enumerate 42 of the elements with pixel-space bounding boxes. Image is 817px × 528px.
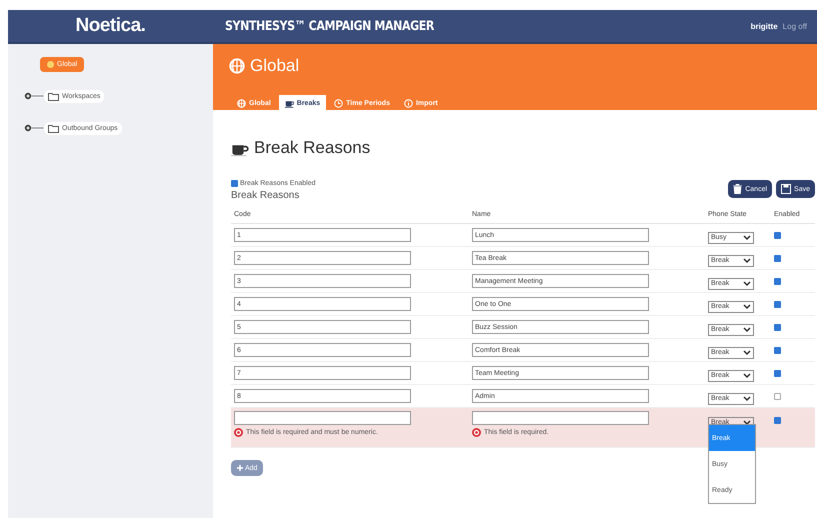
chevron-icon xyxy=(743,396,751,402)
checkbox[interactable] xyxy=(774,301,781,308)
checkbox[interactable] xyxy=(774,255,781,262)
folder-icon xyxy=(48,92,59,100)
checkbox[interactable] xyxy=(774,278,781,285)
app-title: SYNTHESYS™ CAMPAIGN MANAGER xyxy=(225,18,435,34)
expand-icon xyxy=(24,124,44,132)
checkbox[interactable] xyxy=(774,347,781,354)
checkbox[interactable] xyxy=(774,417,781,424)
code-field[interactable] xyxy=(234,411,411,425)
checkbox[interactable] xyxy=(231,180,238,187)
globe-icon xyxy=(229,58,245,74)
expand-icon xyxy=(24,92,44,100)
user-name: brigitte xyxy=(750,22,778,30)
plus-icon xyxy=(237,465,243,471)
checkbox[interactable] xyxy=(774,232,781,239)
subheading: Break Reasons xyxy=(231,190,300,201)
checkbox[interactable] xyxy=(774,370,781,377)
chevron-icon xyxy=(743,326,751,332)
logoff-link[interactable]: Log off xyxy=(782,22,807,30)
chevron-icon xyxy=(743,280,751,286)
checkbox[interactable] xyxy=(774,324,781,331)
floppy-icon xyxy=(781,184,792,194)
section-title: Global xyxy=(250,56,300,76)
checkbox[interactable] xyxy=(774,393,781,400)
cup-icon xyxy=(284,98,294,108)
chevron-icon xyxy=(743,258,751,264)
globe-icon xyxy=(237,98,246,108)
folder-icon xyxy=(48,124,59,132)
name-field[interactable] xyxy=(472,411,649,425)
info-icon xyxy=(404,98,413,108)
trash-icon xyxy=(733,184,742,194)
chevron-icon xyxy=(743,234,751,240)
error-icon xyxy=(234,428,243,437)
chevron-icon xyxy=(743,420,751,426)
clock-icon xyxy=(334,98,344,108)
chevron-icon xyxy=(743,304,751,310)
panel-heading: Break Reasons xyxy=(254,138,370,158)
error-icon xyxy=(472,428,481,437)
chevron-icon xyxy=(743,372,751,378)
logo: Noetica. xyxy=(76,15,146,37)
chevron-icon xyxy=(743,350,751,356)
